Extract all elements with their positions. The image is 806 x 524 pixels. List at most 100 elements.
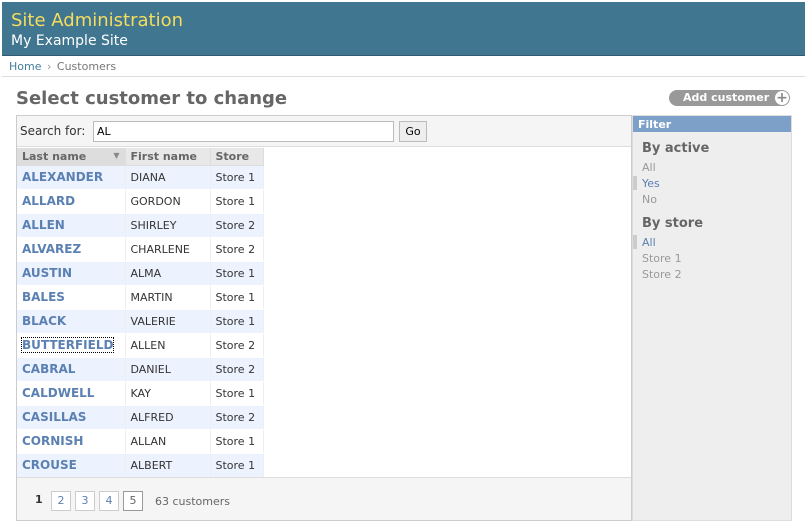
customer-link[interactable]: ALLEN [22,218,65,232]
breadcrumb-home-link[interactable]: Home [9,60,41,73]
last-name-cell[interactable]: ALVAREZ [17,237,126,262]
add-customer-label: Add customer [683,91,770,104]
last-name-cell[interactable]: CASILLAS [17,405,126,430]
store-cell: Store 1 [210,453,264,478]
filter-option-active-all[interactable]: All [642,161,656,174]
store-cell: Store 1 [210,429,264,454]
first-name-cell: VALERIE [125,309,211,334]
filter-panel: Filter By active All Yes No By store All… [632,115,792,521]
last-name-cell[interactable]: BALES [17,285,126,310]
table-row: CASILLAS ALFRED Store 2 [17,405,264,430]
table-row: BUTTERFIELD ALLEN Store 2 [17,333,264,358]
first-name-cell: ALLEN [125,333,211,358]
last-name-cell[interactable]: ALLARD [17,189,126,214]
last-name-cell[interactable]: ALLEN [17,213,126,238]
customer-link[interactable]: AUSTIN [22,266,72,280]
table-row: ALLARD GORDON Store 1 [17,189,264,214]
filter-group-title-active: By active [642,141,710,156]
site-subtitle: My Example Site [11,33,128,49]
column-header-label: Last name [22,149,87,163]
customer-link[interactable]: CORNISH [22,434,83,448]
customer-link[interactable]: CASILLAS [22,410,86,424]
site-title[interactable]: Site Administration [11,10,183,31]
first-name-cell: ALLAN [125,429,211,454]
last-name-cell[interactable]: CABRAL [17,357,126,382]
page-link[interactable]: 4 [99,491,119,511]
table-row: CORNISH ALLAN Store 1 [17,429,264,454]
customer-link[interactable]: ALVAREZ [22,242,81,256]
plus-icon: + [775,90,789,106]
customer-link[interactable]: ALLARD [22,194,75,208]
first-name-cell: ALFRED [125,405,211,430]
table-row: CALDWELL KAY Store 1 [17,381,264,406]
customer-link[interactable]: CROUSE [22,458,77,472]
sort-descending-icon[interactable]: ▼ [113,151,119,160]
last-name-cell[interactable]: AUSTIN [17,261,126,286]
current-page: 1 [35,493,43,506]
site-header: Site Administration My Example Site [2,2,805,56]
store-cell: Store 1 [210,381,264,406]
customer-link[interactable]: CALDWELL [22,386,94,400]
result-count: 63 customers [155,495,231,508]
store-cell: Store 1 [210,285,264,310]
table-header-row: Last name ▼ First name Store [17,148,264,166]
page-link[interactable]: 3 [75,491,95,511]
search-go-button[interactable]: Go [399,121,427,142]
store-cell: Store 1 [210,165,264,190]
page-link[interactable]: 2 [51,491,71,511]
page-title: Select customer to change [16,88,288,109]
results-table: Last name ▼ First name Store ALEXANDER DI… [17,148,264,478]
last-name-cell[interactable]: CALDWELL [17,381,126,406]
first-name-cell: SHIRLEY [125,213,211,238]
last-name-cell[interactable]: CORNISH [17,429,126,454]
store-cell: Store 1 [210,189,264,214]
customer-link[interactable]: ALEXANDER [22,170,103,184]
store-cell: Store 2 [210,333,264,358]
filter-option-store-2[interactable]: Store 2 [642,268,682,281]
column-header-last-name[interactable]: Last name ▼ [17,148,126,166]
filter-group-title-store: By store [642,216,704,231]
changelist: Search for: Go Last name ▼ First name St… [16,115,632,521]
column-header-first-name[interactable]: First name [125,148,211,166]
store-cell: Store 1 [210,261,264,286]
first-name-cell: DANIEL [125,357,211,382]
first-name-cell: KAY [125,381,211,406]
last-name-cell[interactable]: BUTTERFIELD [17,333,126,358]
column-header-store[interactable]: Store [210,148,264,166]
customer-link[interactable]: BLACK [22,314,66,328]
add-customer-button[interactable]: Add customer + [669,90,790,106]
table-row: ALLEN SHIRLEY Store 2 [17,213,264,238]
page-link-last[interactable]: 5 [123,491,143,511]
last-name-cell[interactable]: ALEXANDER [17,165,126,190]
store-cell: Store 2 [210,357,264,382]
first-name-cell: MARTIN [125,285,211,310]
table-row: BALES MARTIN Store 1 [17,285,264,310]
store-cell: Store 2 [210,405,264,430]
table-row: BLACK VALERIE Store 1 [17,309,264,334]
customer-link[interactable]: BUTTERFIELD [20,337,115,353]
customer-link[interactable]: BALES [22,290,65,304]
search-label: Search for: [20,124,86,138]
last-name-cell[interactable]: BLACK [17,309,126,334]
paginator: 1 2 3 4 5 63 customers [17,477,631,520]
filter-option-active-no[interactable]: No [642,193,657,206]
table-row: CABRAL DANIEL Store 2 [17,357,264,382]
table-row: CROUSE ALBERT Store 1 [17,453,264,478]
customer-link[interactable]: CABRAL [22,362,75,376]
column-header-label: First name [130,149,198,163]
first-name-cell: CHARLENE [125,237,211,262]
store-cell: Store 2 [210,213,264,238]
last-name-cell[interactable]: CROUSE [17,453,126,478]
column-header-label: Store [215,149,250,163]
filter-option-store-all[interactable]: All [633,235,656,249]
first-name-cell: ALMA [125,261,211,286]
filter-header: Filter [633,116,791,132]
search-input[interactable] [93,121,394,142]
search-toolbar: Search for: Go [17,116,631,147]
store-cell: Store 1 [210,309,264,334]
results-body: ALEXANDER DIANA Store 1 ALLARD GORDON Store 1… [17,165,264,478]
filter-option-active-yes[interactable]: Yes [633,176,660,190]
filter-option-store-1[interactable]: Store 1 [642,252,682,265]
first-name-cell: DIANA [125,165,211,190]
table-row: AUSTIN ALMA Store 1 [17,261,264,286]
